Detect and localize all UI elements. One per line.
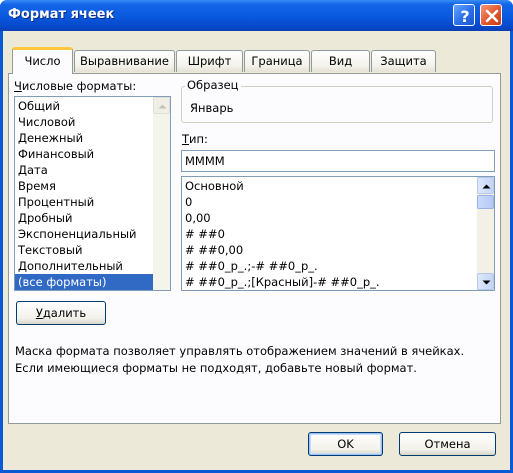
svg-text:?: ? xyxy=(460,7,469,26)
list-item[interactable]: Дополнительный xyxy=(15,258,154,274)
list-item[interactable]: Финансовый xyxy=(15,146,154,162)
ok-button[interactable]: OK xyxy=(308,432,383,456)
list-item[interactable]: # ##0_р_.;[Красный]-# ##0_р_. xyxy=(182,274,478,290)
list-item[interactable]: Дробный xyxy=(15,210,154,226)
list-item[interactable]: Экспоненциальный xyxy=(15,226,154,242)
tab-alignment-label: Выравнивание xyxy=(80,54,169,68)
tab-alignment[interactable]: Выравнивание xyxy=(74,50,175,72)
format-description: Маска формата позволяет управлять отобра… xyxy=(15,344,465,375)
number-formats-label-text: исловые форматы: xyxy=(21,79,137,93)
scroll-up-button[interactable] xyxy=(477,177,494,194)
number-formats-label-accelerator: Ч xyxy=(14,79,22,93)
tab-protection[interactable]: Защита xyxy=(371,50,436,72)
tab-font-label: Шрифт xyxy=(187,54,232,68)
list-item[interactable]: # ##0,00 xyxy=(182,242,478,258)
close-icon xyxy=(485,9,499,23)
scroll-down-arrow-icon xyxy=(482,280,491,285)
format-codes-list[interactable]: Основной 0 0,00 # ##0 # ##0,00 # ##0_р_.… xyxy=(181,176,495,291)
scroll-thumb[interactable] xyxy=(477,195,494,209)
format-code-input[interactable]: ММММ xyxy=(181,150,495,172)
tab-font[interactable]: Шрифт xyxy=(176,50,243,72)
delete-button[interactable]: Удалить xyxy=(16,301,106,325)
list-item[interactable]: Текстовый xyxy=(15,242,154,258)
type-label-text: ип: xyxy=(189,132,208,146)
list-item-selected[interactable]: (все форматы) xyxy=(15,274,154,290)
tab-number[interactable]: Число xyxy=(12,47,73,74)
help-button[interactable]: ? xyxy=(453,4,475,26)
list-item[interactable]: Общий xyxy=(15,98,154,114)
number-tab-panel: Числовые форматы: Общий Числовой Денежны… xyxy=(8,73,501,424)
number-formats-label: Числовые форматы: xyxy=(14,79,136,93)
list-item[interactable]: Основной xyxy=(182,178,478,194)
list-item[interactable]: 0,00 xyxy=(182,210,478,226)
close-button[interactable] xyxy=(480,4,502,26)
format-codes-scrollbar[interactable] xyxy=(477,177,494,290)
list-item[interactable]: Время xyxy=(15,178,154,194)
type-label: Тип: xyxy=(182,132,208,146)
list-item[interactable]: # ##0_р_.;-# ##0_р_. xyxy=(182,258,478,274)
window-title: Формат ячеек xyxy=(8,7,115,22)
list-item[interactable]: Дата xyxy=(15,162,154,178)
title-bar[interactable]: Формат ячеек ? xyxy=(0,0,513,31)
cancel-button[interactable]: Отмена xyxy=(399,432,496,456)
type-label-accelerator: Т xyxy=(182,132,190,146)
tab-border[interactable]: Граница xyxy=(244,50,310,72)
list-item[interactable]: # ##0 xyxy=(182,226,478,242)
help-icon: ? xyxy=(460,7,469,26)
scroll-down-button[interactable] xyxy=(477,273,494,290)
tab-fill-label: Вид xyxy=(328,54,353,68)
tab-protection-label: Защита xyxy=(380,54,427,68)
list-item[interactable]: Процентный xyxy=(15,194,154,210)
dialog-body: Число Выравнивание Шрифт Граница Вид Защ… xyxy=(3,31,510,470)
scroll-up-button[interactable] xyxy=(153,97,170,114)
format-cells-dialog: Формат ячеек ? Число Выравнивание Шрифт … xyxy=(0,0,513,473)
delete-button-label: далить xyxy=(42,306,87,320)
list-item[interactable]: Денежный xyxy=(15,130,154,146)
sample-group-title: Образец xyxy=(185,78,241,92)
number-formats-list[interactable]: Общий Числовой Денежный Финансовый Дата … xyxy=(14,96,171,291)
delete-button-accelerator: У xyxy=(35,306,43,320)
tab-fill[interactable]: Вид xyxy=(311,50,370,72)
tab-border-label: Граница xyxy=(251,54,303,68)
number-formats-scrollbar[interactable] xyxy=(153,97,170,290)
tab-number-label: Число xyxy=(24,54,61,68)
list-item[interactable]: Числовой xyxy=(15,114,154,130)
scroll-up-arrow-icon xyxy=(158,104,167,109)
sample-value: Январь xyxy=(190,101,234,115)
scroll-up-arrow-icon xyxy=(482,184,491,189)
list-item[interactable]: 0 xyxy=(182,194,478,210)
